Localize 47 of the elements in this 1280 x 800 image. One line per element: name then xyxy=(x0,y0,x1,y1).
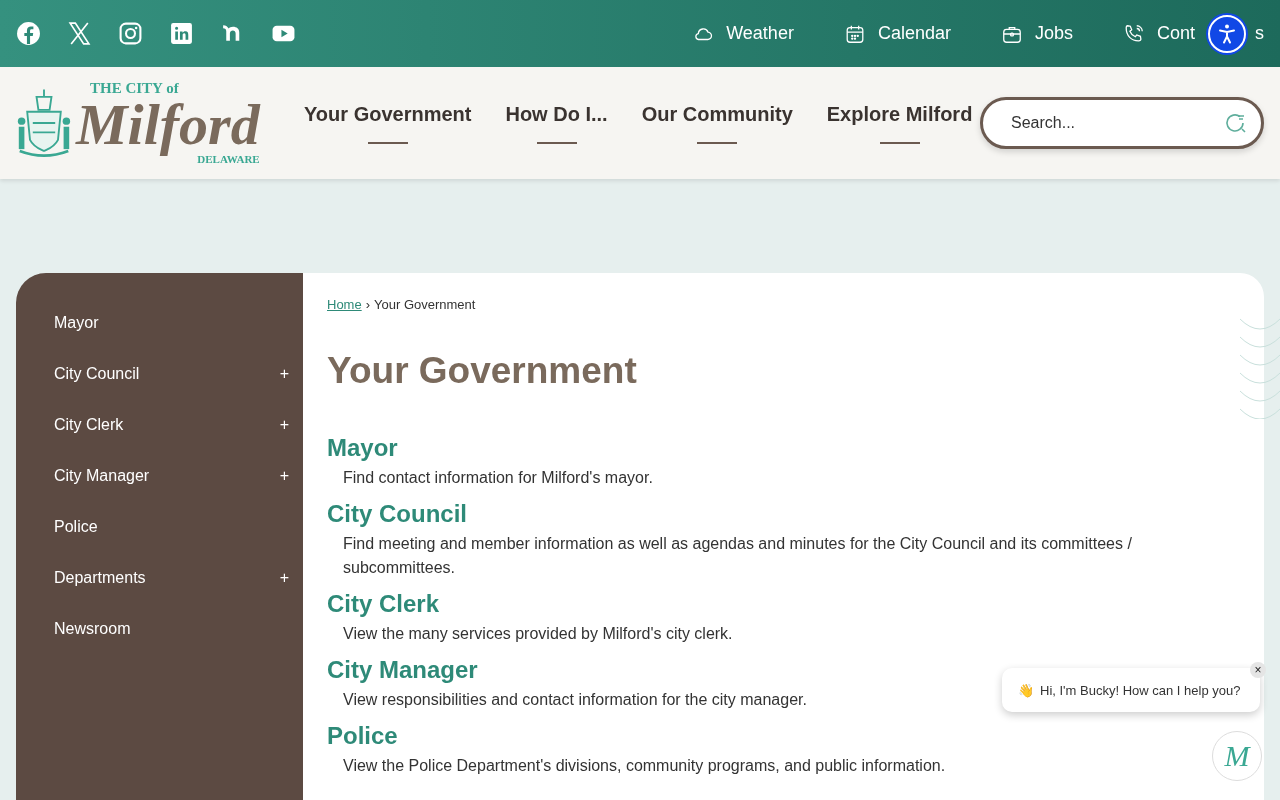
nav-link[interactable]: Our Community xyxy=(641,102,793,144)
instagram-icon[interactable] xyxy=(118,21,143,46)
section-heading-link[interactable]: City Clerk xyxy=(327,590,440,618)
utility-link[interactable]: Weather xyxy=(692,22,794,45)
sidebar-item[interactable]: Police xyxy=(16,501,303,552)
nav-link[interactable]: Your Government xyxy=(304,102,472,144)
section-heading-link[interactable]: City Manager xyxy=(327,656,478,684)
facebook-icon[interactable] xyxy=(16,21,41,46)
expand-icon[interactable]: + xyxy=(279,364,289,383)
expand-icon[interactable]: + xyxy=(279,415,289,434)
section-description: View the many services provided by Milford's city clerk. xyxy=(343,624,733,644)
logo-wordmark: Milford xyxy=(76,96,260,154)
utility-link[interactable]: Jobs xyxy=(1000,22,1073,45)
section-description: View responsibilities and contact information for the city manager. xyxy=(343,690,807,710)
section-heading-link[interactable]: Mayor xyxy=(327,434,398,462)
expand-icon[interactable]: + xyxy=(279,568,289,587)
breadcrumb-link[interactable]: Home xyxy=(327,297,362,312)
linkedin-icon[interactable] xyxy=(169,21,194,46)
utility-link[interactable]: Calendar xyxy=(843,22,951,45)
page-title: Your Government xyxy=(327,350,638,392)
search-field[interactable]: Search... xyxy=(980,97,1264,149)
close-button[interactable]: × xyxy=(1250,662,1266,678)
chat-message: Hi, I'm Bucky! How can I help you? xyxy=(1040,682,1241,698)
section-description: Find contact information for Milford's mayor. xyxy=(343,468,653,488)
breadcrumb-separator: › xyxy=(365,297,371,312)
expand-icon[interactable]: + xyxy=(279,466,289,485)
logo-state: DELAWARE xyxy=(197,154,260,165)
sidebar-item[interactable]: City Manager + xyxy=(16,450,303,501)
sidebar-item[interactable]: Mayor xyxy=(16,297,303,348)
nav-link[interactable]: How Do I... xyxy=(505,102,608,144)
section-description: Find meeting and member information as well as agendas and minutes for the City Council and its committees / subcommittees. xyxy=(343,534,1133,578)
x-icon[interactable] xyxy=(67,21,92,46)
breadcrumb-current: Your Government xyxy=(374,297,476,312)
search-icon[interactable] xyxy=(1224,111,1248,135)
sidebar-item[interactable]: Departments + xyxy=(16,552,303,603)
sidebar-item[interactable]: City Clerk + xyxy=(16,399,303,450)
section-heading-link[interactable]: Police xyxy=(327,722,398,750)
sidebar-item[interactable]: City Council + xyxy=(16,348,303,399)
utility-link[interactable]: Cont s xyxy=(1122,22,1264,45)
sidebar-item[interactable]: Newsroom xyxy=(16,603,303,654)
waving-hand-icon: 👋 xyxy=(1018,682,1034,698)
section-description: View the Police Department's divisions, community programs, and public information. xyxy=(343,756,946,776)
section-heading-link[interactable]: City Council xyxy=(327,500,467,528)
logo-tagline: THE CITY of xyxy=(90,81,180,96)
accessibility-button[interactable] xyxy=(1208,15,1246,53)
nav-link[interactable]: Explore Milford xyxy=(826,102,973,144)
city-logo[interactable]: THE CITY of Milford DELAWARE xyxy=(16,73,288,173)
